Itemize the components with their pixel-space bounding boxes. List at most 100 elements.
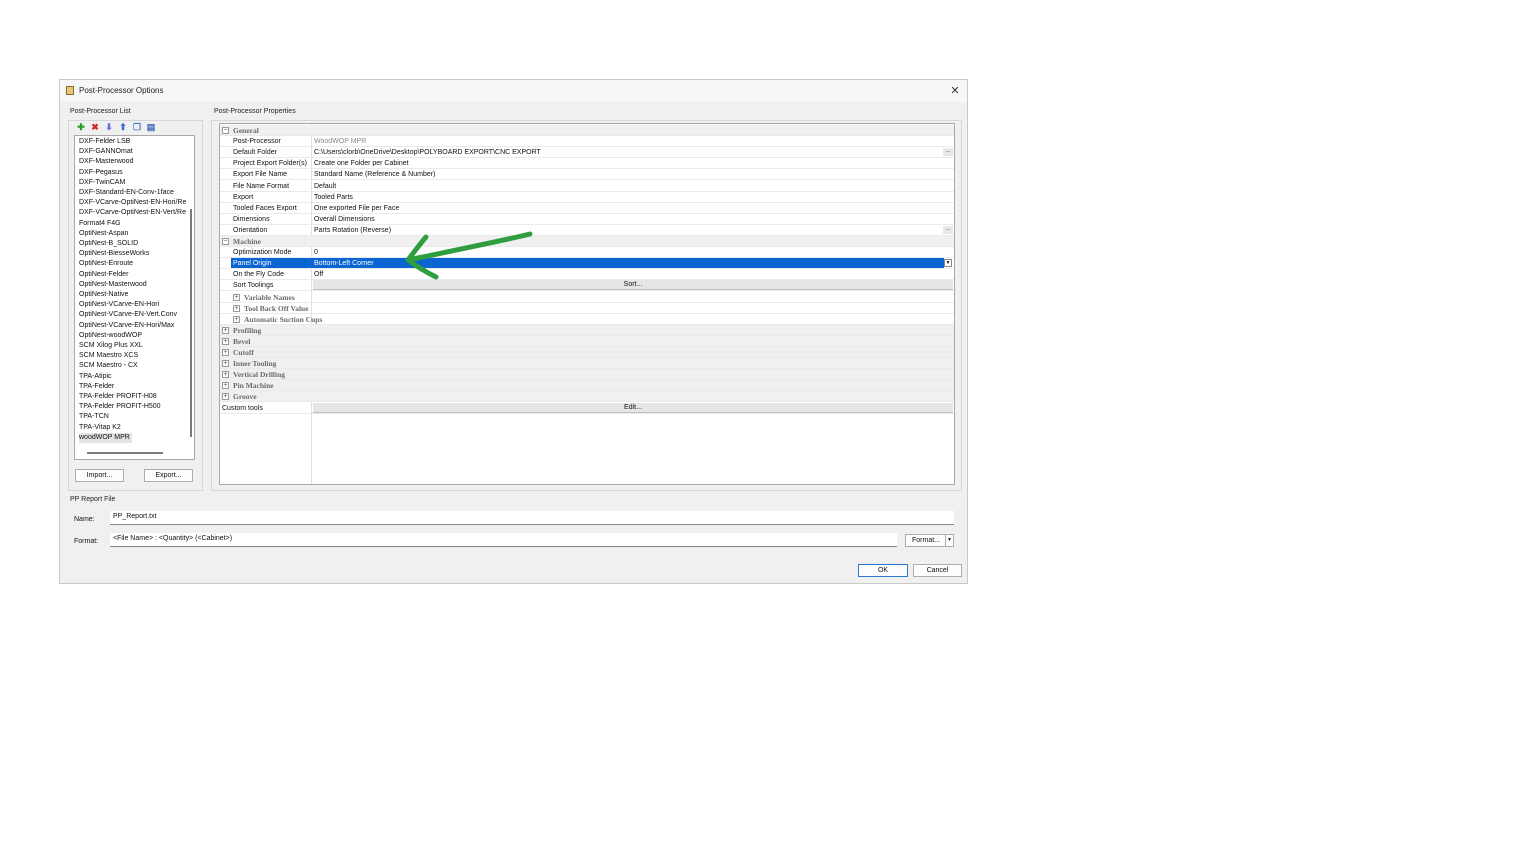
category-row[interactable]: + Tool Back Off Value — [220, 303, 954, 314]
ok-button[interactable]: OK — [858, 564, 908, 577]
category-row[interactable]: + Automatic Suction Cups — [220, 314, 954, 325]
format-button[interactable]: Format... — [905, 534, 947, 547]
list-item[interactable]: TPA-TCN — [79, 412, 109, 422]
expand-icon[interactable]: + — [222, 393, 229, 401]
property-value[interactable]: 0 — [314, 248, 318, 257]
category-row[interactable]: + Profiling — [220, 324, 954, 336]
collapse-icon[interactable]: − — [222, 127, 229, 134]
report-name-field[interactable]: PP_Report.txt — [110, 511, 954, 525]
property-value[interactable]: Overall Dimensions — [314, 215, 375, 224]
list-item[interactable]: woodWOP MPR — [79, 432, 132, 443]
copy-icon[interactable]: ❐ — [132, 122, 142, 132]
property-value[interactable]: Create one Folder per Cabinet — [314, 159, 409, 168]
format-dropdown-arrow[interactable]: ▼ — [945, 534, 954, 547]
report-format-field[interactable]: <File Name> : <Quantity> (<Cabinet>) — [110, 533, 897, 547]
list-item[interactable]: TPA-Vitap K2 — [79, 423, 121, 433]
list-item[interactable]: OptiNest-Aspan — [79, 229, 128, 239]
property-row[interactable]: File Name Format Default — [220, 181, 954, 192]
expand-icon[interactable]: + — [222, 337, 229, 345]
list-item[interactable]: DXF-TwinCAM — [79, 178, 125, 188]
list-item[interactable]: DXF-Felder LSB — [79, 137, 130, 147]
category-row[interactable]: + Pin Machine — [220, 380, 954, 392]
list-item[interactable]: OptiNest-VCarve-EN-Vert.Conv — [79, 310, 177, 320]
property-value[interactable]: WoodWOP MPR — [314, 137, 366, 146]
property-row[interactable]: Dimensions Overall Dimensions — [220, 214, 954, 225]
property-value[interactable]: Standard Name (Reference & Number) — [314, 170, 435, 179]
property-row[interactable]: Sort Toolings Sort... — [220, 280, 954, 292]
browse-ellipsis-button[interactable]: ... — [943, 225, 953, 234]
list-item[interactable]: DXF-Standard-EN-Conv-1face — [79, 188, 174, 198]
list-item[interactable]: TPA-Felder — [79, 382, 114, 392]
category-row[interactable]: + Cutoff — [220, 347, 954, 358]
move-down-icon[interactable]: ⬇ — [104, 122, 114, 132]
list-item[interactable]: OptiNest-Masterwood — [79, 280, 147, 290]
list-item[interactable]: DXF-Pegasus — [79, 168, 123, 178]
property-value[interactable]: Parts Rotation (Reverse) — [314, 226, 391, 235]
property-row[interactable]: Export Tooled Parts — [220, 192, 954, 203]
edit-icon[interactable]: ▤ — [146, 122, 156, 132]
property-value[interactable]: Tooled Parts — [314, 193, 353, 202]
property-row[interactable]: Export File Name Standard Name (Reference… — [220, 169, 954, 181]
list-item[interactable]: OptiNest-BiesseWorks — [79, 249, 149, 259]
property-value[interactable]: C:\Users\clorb\OneDrive\Desktop\POLYBOAR… — [314, 148, 541, 157]
property-row[interactable]: Project Export Folder(s) Create one Folde… — [220, 158, 954, 170]
expand-icon[interactable]: + — [233, 304, 240, 312]
expand-icon[interactable]: + — [233, 293, 240, 301]
list-item[interactable]: Format4 F4G — [79, 219, 121, 229]
property-row[interactable]: Post-Processor WoodWOP MPR — [220, 136, 954, 148]
category-row[interactable]: + Bevel — [220, 335, 954, 347]
cancel-button[interactable]: Cancel — [913, 564, 962, 577]
property-row[interactable]: On the Fly Code Off — [220, 269, 954, 281]
list-item[interactable]: OptiNest-Native — [79, 290, 128, 300]
list-item[interactable]: SCM Maestro XCS — [79, 351, 138, 361]
edit-button[interactable]: Edit... — [313, 402, 953, 413]
property-value[interactable]: One exported File per Face — [314, 204, 399, 213]
list-item[interactable]: OptiNest-B_SOLID — [79, 239, 138, 249]
list-item[interactable]: TPA-Felder PROFIT-H08 — [79, 392, 157, 402]
expand-icon[interactable]: + — [222, 371, 229, 379]
delete-icon[interactable]: ✖ — [90, 122, 100, 132]
category-row[interactable]: − General — [220, 125, 954, 136]
add-icon[interactable]: ✚ — [76, 122, 86, 132]
expand-icon[interactable]: + — [233, 315, 240, 323]
category-row[interactable]: + Vertical Drilling — [220, 369, 954, 381]
list-item[interactable]: OptiNest-VCarve-EN-Hori — [79, 300, 159, 310]
move-up-icon[interactable]: ⬆ — [118, 122, 128, 132]
list-item[interactable]: SCM Xilog Plus XXL — [79, 341, 143, 351]
import-button[interactable]: Import... — [75, 469, 124, 482]
property-row[interactable]: Default Folder C:\Users\clorb\OneDrive\De… — [220, 147, 954, 159]
list-item[interactable]: TPA-Atipic — [79, 372, 112, 382]
category-row[interactable]: − Machine — [220, 236, 954, 247]
list-item[interactable]: OptiNest-woodWOP — [79, 331, 142, 341]
expand-icon[interactable]: + — [222, 349, 229, 356]
list-item[interactable]: OptiNest-Felder — [79, 270, 128, 280]
list-item[interactable]: DXF-Masterwood — [79, 157, 133, 167]
property-value[interactable]: Off — [314, 270, 323, 279]
close-icon[interactable]: ✕ — [947, 83, 963, 99]
property-row[interactable]: Tooled Faces Export One exported File per… — [220, 203, 954, 214]
post-processor-listbox[interactable]: DXF-Felder LSB DXF-GANNOmat DXF-Masterwood… — [74, 135, 195, 460]
property-row[interactable]: Panel Origin Bottom-Left Corner ▼ — [220, 258, 954, 270]
list-item[interactable]: DXF-VCarve-OptiNest-EN-Vert/Re — [79, 208, 186, 218]
property-row[interactable]: Optimization Mode 0 — [220, 247, 954, 259]
property-row[interactable]: Custom tools Edit... — [220, 402, 954, 414]
list-item[interactable]: OptiNest-Enroute — [79, 259, 133, 269]
browse-ellipsis-button[interactable]: ... — [943, 148, 953, 157]
list-item[interactable]: DXF-VCarve-OptiNest-EN-Hori/Re — [79, 198, 186, 208]
list-horizontal-scrollbar[interactable] — [87, 452, 163, 454]
expand-icon[interactable]: + — [222, 382, 229, 390]
collapse-icon[interactable]: − — [222, 238, 229, 245]
list-item[interactable]: TPA-Felder PROFIT-H500 — [79, 402, 161, 412]
dropdown-arrow-icon[interactable]: ▼ — [944, 259, 952, 268]
property-value[interactable]: Default — [314, 182, 336, 191]
expand-icon[interactable]: + — [222, 360, 229, 368]
property-value[interactable]: Bottom-Left Corner — [314, 259, 374, 268]
category-row[interactable]: + Groove — [220, 391, 954, 403]
list-item[interactable]: DXF-GANNOmat — [79, 147, 133, 157]
list-item[interactable]: OptiNest-VCarve-EN-Hori/Max — [79, 321, 174, 331]
list-item[interactable]: SCM Maestro - CX — [79, 361, 138, 371]
property-row[interactable]: Orientation Parts Rotation (Reverse)... — [220, 225, 954, 236]
expand-icon[interactable]: + — [222, 326, 229, 334]
category-row[interactable]: + Inner Tooling — [220, 358, 954, 370]
export-button[interactable]: Export... — [144, 469, 193, 482]
